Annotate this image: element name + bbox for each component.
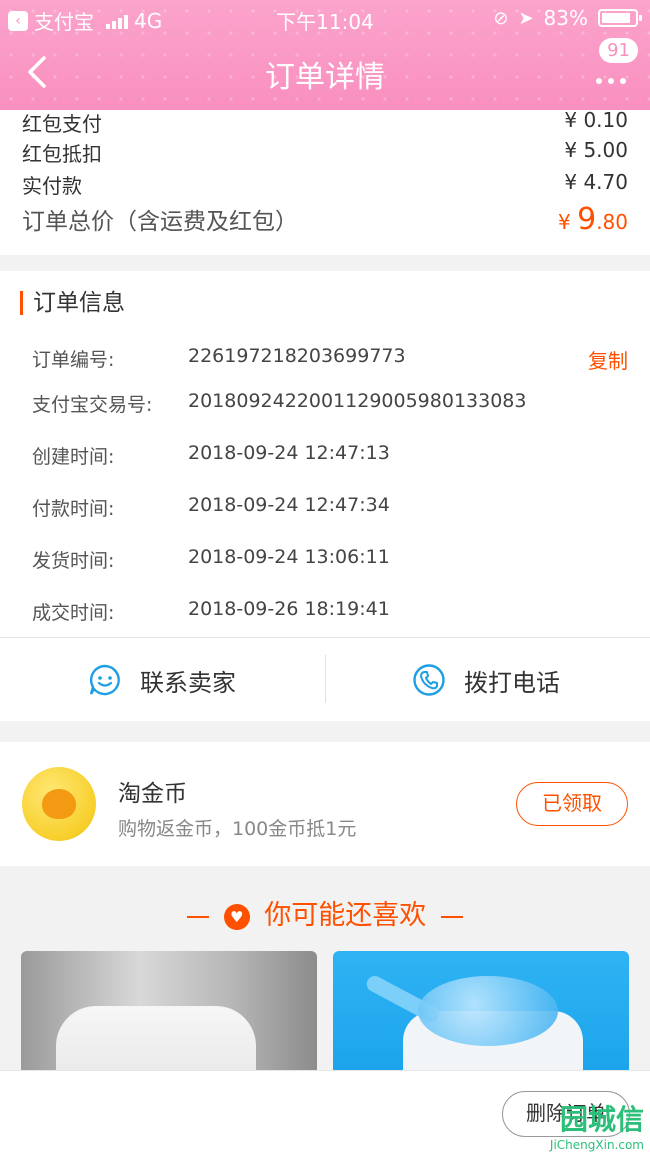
- battery-percent: 83%: [543, 6, 588, 30]
- product-card[interactable]: [333, 951, 629, 1081]
- more-dots-icon: [596, 78, 626, 84]
- bottom-action-bar: 删除订单 园城信 JiChengXin.com: [0, 1070, 650, 1156]
- contact-seller-button[interactable]: 联系卖家: [88, 655, 236, 705]
- recommend-title: 你可能还喜欢: [264, 900, 427, 931]
- battery-icon: [598, 9, 642, 27]
- more-menu-button[interactable]: 91: [594, 38, 638, 88]
- price-row: 红包支付 ¥ 0.10: [22, 108, 628, 136]
- product-card[interactable]: [21, 951, 317, 1081]
- status-bar: ‹ 支付宝 4G 下午11:04 ⊘ ➤ 83%: [0, 0, 650, 38]
- order-total-label: 订单总价（含运费及红包）: [22, 209, 298, 235]
- price-row: 实付款 ¥ 4.70: [22, 170, 628, 198]
- message-badge: 91: [599, 38, 638, 63]
- order-total-amount: ¥ 9.80: [558, 202, 628, 237]
- call-phone-button[interactable]: 拨打电话: [412, 655, 560, 705]
- copy-button[interactable]: 复制: [588, 345, 628, 374]
- taojinbi-card: 淘金币 购物返金币，100金币抵1元 已领取: [0, 742, 650, 866]
- divider: [325, 655, 326, 703]
- watermark-logo: 园城信 JiChengXin.com: [549, 1103, 644, 1152]
- divider: [0, 637, 650, 638]
- order-info-card: 订单信息 订单编号: 226197218203699773 复制 支付宝交易号:…: [0, 271, 650, 721]
- coin-title: 淘金币: [118, 781, 187, 807]
- chat-face-icon: [89, 664, 120, 696]
- price-summary: 红包支付 ¥ 0.10 红包抵扣 ¥ 5.00 实付款 ¥ 4.70 订单总价（…: [0, 108, 650, 255]
- coin-subtitle: 购物返金币，100金币抵1元: [118, 818, 357, 840]
- decor-line: [187, 915, 210, 918]
- location-icon: ➤: [518, 7, 534, 29]
- claimed-button[interactable]: 已领取: [516, 782, 628, 826]
- top-bar: ‹ 支付宝 4G 下午11:04 ⊘ ➤ 83% 订单详情 91: [0, 0, 650, 110]
- gold-coin-icon: [22, 767, 96, 841]
- heart-icon: ♥: [223, 903, 250, 930]
- decor-line: [440, 915, 463, 918]
- phone-icon: [413, 664, 445, 696]
- price-row: 红包抵扣 ¥ 5.00: [22, 138, 628, 166]
- recommend-header: ♥ 你可能还喜欢: [0, 893, 650, 932]
- page-title: 订单详情: [265, 60, 385, 95]
- order-total-row: 订单总价（含运费及红包） ¥ 9.80: [22, 202, 628, 237]
- lock-rotation-icon: ⊘: [493, 7, 509, 29]
- order-info-title: 订单信息: [20, 291, 125, 315]
